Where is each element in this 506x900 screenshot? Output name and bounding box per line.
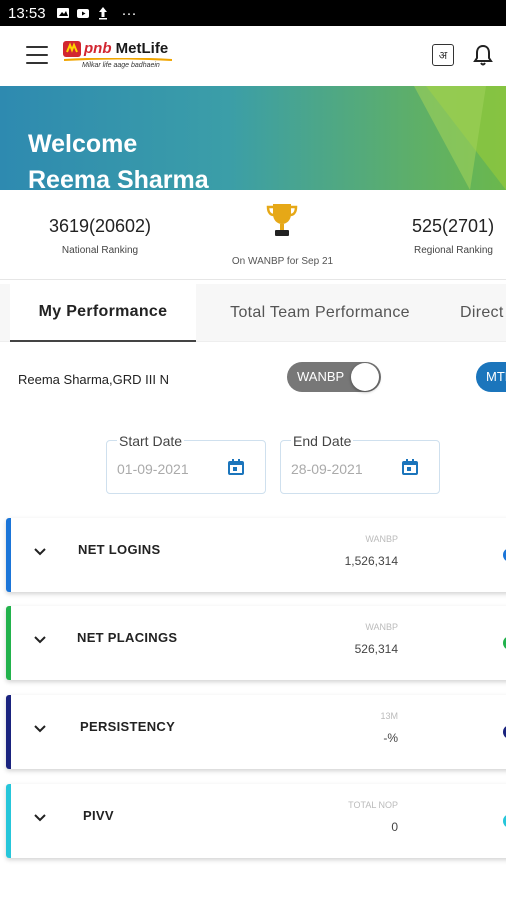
logo-brand: pnb MetLife [84,40,169,57]
metric-label: 13M [380,711,398,721]
regional-ranking: 525(2701) Regional Ranking [412,216,506,256]
metric-label: WANBP [365,622,398,632]
card-title: PIVV [83,808,114,823]
metric-label: WANBP [365,534,398,544]
youtube-icon [76,6,90,20]
logo-tagline: Milkar life aage badhaein [82,62,160,69]
tab-direct[interactable]: Direct [460,284,506,342]
performance-tabs: My Performance Total Team Performance Di… [0,284,506,342]
end-date-field[interactable]: End Date 28-09-2021 [280,433,440,494]
card-title: PERSISTENCY [80,719,176,734]
bell-icon[interactable] [472,43,494,67]
card-accent-bar [6,518,11,592]
card-net-placings[interactable]: NET PLACINGS WANBP 526,314 [6,606,506,680]
status-bar: 13:53 ··· [0,0,506,26]
card-net-logins[interactable]: NET LOGINS WANBP 1,526,314 [6,518,506,592]
welcome-banner: Welcome Reema Sharma [0,86,506,190]
image-icon [56,6,70,20]
card-accent-bar [6,784,11,858]
metric-value: 526,314 [354,642,398,656]
card-accent-bar [6,695,11,769]
welcome-text: Welcome [28,130,138,158]
agent-row: Reema Sharma,GRD III N WANBP MTD [0,360,506,396]
metric-label: TOTAL NOP [348,800,398,810]
more-notifications-icon: ··· [121,4,137,22]
national-ranking-value: 3619(20602) [48,216,152,236]
pnb-metlife-logo: pnb MetLife Milkar life aage badhaein [62,38,182,78]
agent-name: Reema Sharma,GRD III N [18,372,169,387]
card-title: NET PLACINGS [77,630,178,645]
start-date-value: 01-09-2021 [117,461,189,477]
wanbp-toggle-label: WANBP [297,369,345,384]
user-name: Reema Sharma [28,166,209,190]
chevron-down-icon[interactable] [32,810,48,826]
wanbp-period-label: On WANBP for Sep 21 [231,256,334,267]
national-ranking-label: National Ranking [61,245,139,256]
card-pivv[interactable]: PIVV TOTAL NOP 0 [6,784,506,858]
start-date-field[interactable]: Start Date 01-09-2021 [106,433,266,494]
end-date-value: 28-09-2021 [291,461,363,477]
end-date-label: End Date [291,433,354,449]
chevron-down-icon[interactable] [32,632,48,648]
status-time: 13:53 [8,4,46,22]
regional-ranking-label: Regional Ranking [414,245,493,256]
logo-mark-icon [63,41,81,57]
card-accent-bar [6,606,11,680]
chevron-down-icon[interactable] [32,544,48,560]
chevron-down-icon[interactable] [32,721,48,737]
metric-value: -% [383,731,398,745]
calendar-icon[interactable] [401,458,419,476]
card-title: NET LOGINS [78,542,161,557]
regional-ranking-value: 525(2701) [412,216,495,236]
upload-icon [96,6,110,20]
app-bar: pnb MetLife Milkar life aage badhaein अ [0,26,506,86]
menu-icon[interactable] [26,46,48,64]
language-icon[interactable]: अ [432,44,454,66]
tab-my-performance[interactable]: My Performance [10,284,196,342]
metric-value: 0 [391,820,398,834]
tab-total-team-performance[interactable]: Total Team Performance [206,284,434,342]
card-persistency[interactable]: PERSISTENCY 13M -% [6,695,506,769]
calendar-icon[interactable] [227,458,245,476]
metric-value: 1,526,314 [344,554,398,568]
start-date-label: Start Date [117,433,185,449]
national-ranking: 3619(20602) National Ranking [30,216,170,256]
wanbp-toggle[interactable]: WANBP [287,362,381,392]
trophy-icon [266,204,298,236]
toggle-knob [351,363,379,391]
mtd-button[interactable]: MTD [476,362,506,392]
